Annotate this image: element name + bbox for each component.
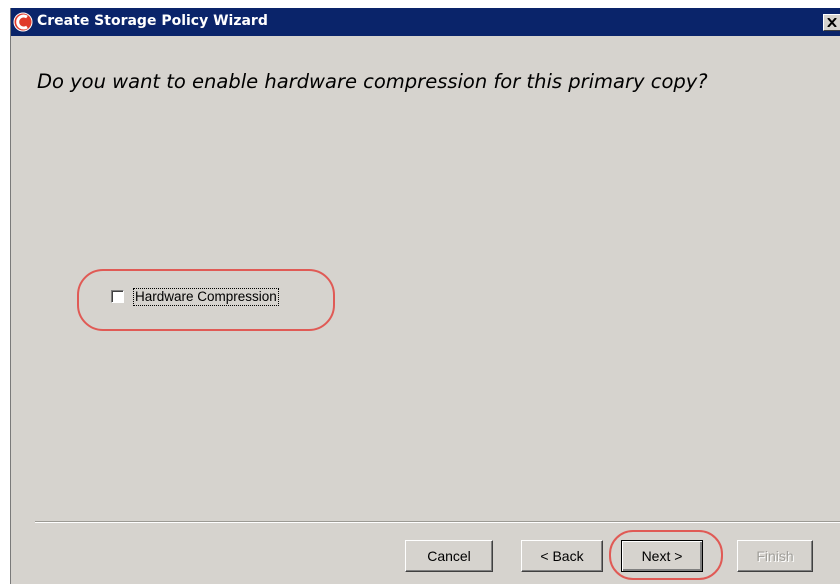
- commvault-logo-icon: [13, 12, 33, 32]
- close-button[interactable]: [823, 14, 840, 31]
- wizard-question: Do you want to enable hardware compressi…: [37, 70, 708, 93]
- finish-button: Finish: [737, 540, 813, 572]
- close-icon: [827, 18, 837, 27]
- cancel-button[interactable]: Cancel: [405, 540, 493, 572]
- wizard-window: Create Storage Policy Wizard Do you want…: [10, 8, 840, 584]
- checkbox-highlight-annotation: [77, 269, 335, 331]
- next-highlight-annotation: [609, 530, 723, 580]
- back-button[interactable]: < Back: [521, 540, 603, 572]
- window-title: Create Storage Policy Wizard: [37, 13, 268, 29]
- title-bar[interactable]: Create Storage Policy Wizard: [11, 8, 840, 36]
- button-separator: [35, 521, 840, 523]
